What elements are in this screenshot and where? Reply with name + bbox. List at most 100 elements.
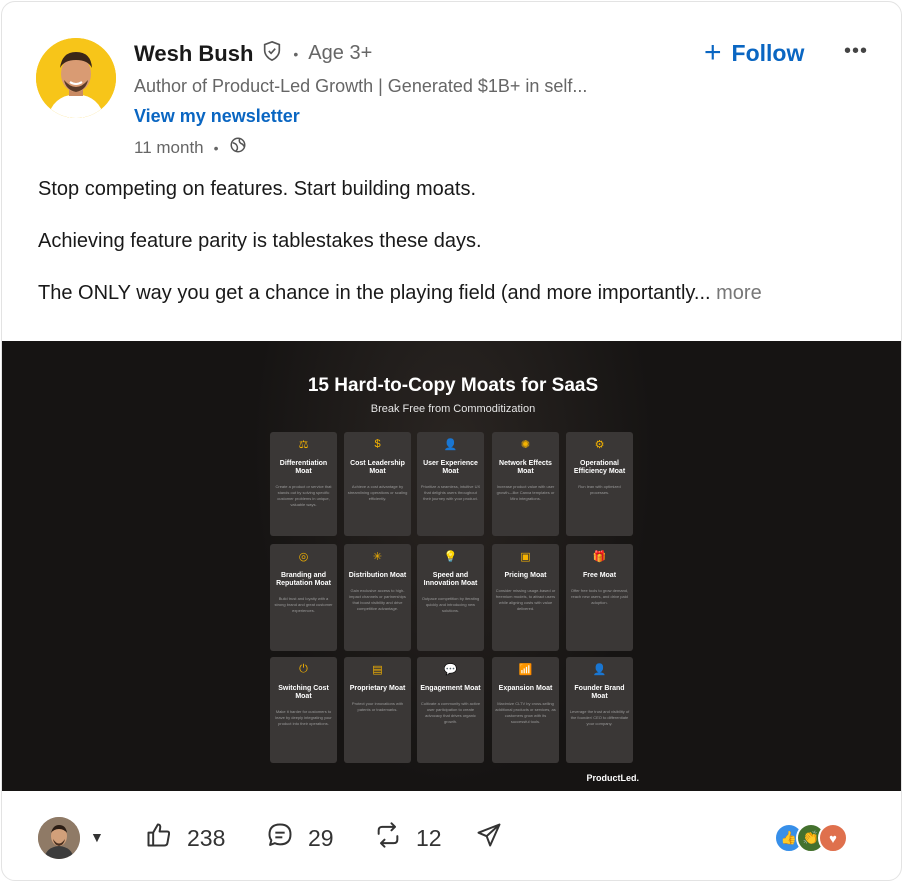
moat-title: Operational Efficiency Moat: [573, 460, 626, 475]
comment-button[interactable]: 29: [266, 821, 334, 855]
moat-title: Differentiation Moat: [279, 460, 328, 475]
follow-button[interactable]: + Follow: [704, 38, 804, 68]
moat-description: Outpace competition by iterating quickly…: [421, 596, 480, 613]
moat-tile: 👤 Founder Brand Moat Leverage the trust an…: [566, 657, 633, 763]
brand-logo: ProductLed.: [586, 773, 639, 783]
moat-tile: $ Cost Leadership Moat Achieve a cost adva…: [344, 432, 411, 536]
post-time-row: 11 month •: [134, 136, 247, 159]
moat-icon: ⚖: [298, 439, 309, 451]
current-user-avatar[interactable]: [38, 817, 80, 859]
moat-description: Prioritize a seamless, intuitive UX that…: [420, 484, 481, 501]
moat-icon: 💬: [443, 664, 458, 676]
comment-count: 29: [308, 824, 334, 851]
moat-icon: 👤: [443, 439, 458, 451]
moat-icon: ⚙: [594, 439, 605, 451]
moat-tile: ◎ Branding and Reputation Moat Build trust…: [270, 544, 337, 651]
moat-icon: 🎁: [592, 551, 607, 563]
moat-description: Maximize CLTV by cross-selling additiona…: [495, 701, 556, 724]
author-age: Age 3+: [308, 42, 373, 64]
moat-title: Branding and Reputation Moat: [276, 572, 331, 587]
love-reaction-icon: ♥: [818, 823, 848, 853]
post-line: Achieving feature parity is tablestakes …: [38, 230, 482, 252]
moat-tile: ▣ Pricing Moat Consider missing usage-base…: [492, 544, 559, 651]
thumbs-up-icon: [145, 821, 173, 855]
like-count: 238: [187, 824, 226, 851]
moat-description: Consider missing usage-based or freemium…: [495, 588, 556, 611]
author-name[interactable]: Wesh Bush: [134, 41, 253, 67]
post-time: 11 month: [134, 137, 204, 157]
separator-dot: •: [213, 139, 219, 156]
moat-tile: 💬 Engagement Moat Cultivate a community wi…: [417, 657, 484, 763]
moat-tile: ▤ Proprietary Moat Protect your innovation…: [344, 657, 411, 763]
moat-icon: ◎: [298, 551, 309, 563]
moat-title: Cost Leadership Moat: [350, 460, 405, 475]
moat-icon: 💡: [443, 551, 458, 563]
newsletter-link[interactable]: View my newsletter: [134, 106, 300, 127]
moat-description: Offer free tools to grow demand, reach n…: [570, 588, 629, 605]
moat-icon: ✳: [372, 551, 383, 563]
infographic-subtitle: Break Free from Commoditization: [370, 403, 536, 415]
moat-tile: 🎁 Free Moat Offer free tools to grow deman…: [566, 544, 633, 651]
moat-title: Speed and Innovation Moat: [423, 572, 478, 587]
chevron-down-icon[interactable]: ▼: [90, 829, 104, 845]
post-body: Stop competing on features. Start buildi…: [38, 176, 868, 332]
moat-tile: ⏻ Switching Cost Moat Make it harder for c…: [270, 657, 337, 763]
send-button[interactable]: [474, 821, 504, 855]
moat-description: Make it harder for customers to leave by…: [275, 709, 332, 726]
moat-title: Expansion Moat: [498, 685, 553, 692]
moat-title: Pricing Moat: [504, 572, 547, 579]
moat-description: Create a product or service that stands …: [275, 484, 332, 507]
moat-description: Increase product value with user growth—…: [496, 484, 555, 501]
author-avatar[interactable]: [36, 38, 116, 118]
post-card: Wesh Bush • Age 3+ Author of Product-Led…: [1, 1, 902, 881]
moat-icon: 📶: [518, 664, 533, 676]
moat-icon: 👤: [592, 664, 607, 676]
like-button[interactable]: 238: [145, 821, 225, 855]
moat-icon: ⏻: [299, 663, 308, 675]
moat-icon: ▤: [372, 664, 383, 676]
plus-icon: +: [704, 36, 722, 69]
moat-title: Founder Brand Moat: [574, 685, 625, 700]
post-line: Stop competing on features. Start buildi…: [38, 178, 477, 200]
moat-icon: $: [374, 438, 381, 450]
moat-description: Protect your innovations with patents or…: [351, 701, 404, 712]
moat-title: User Experience Moat: [423, 460, 478, 475]
moat-tile: 👤 User Experience Moat Prioritize a seamle…: [417, 432, 484, 536]
infographic-title: 15 Hard-to-Copy Moats for SaaS: [307, 375, 599, 396]
repost-icon: [374, 821, 402, 855]
moat-description: Build trust and loyalty with a strong br…: [274, 596, 333, 613]
moat-description: Run lean with optimized processes.: [578, 484, 621, 495]
moat-description: Leverage the trust and visibility of the…: [569, 709, 630, 726]
moat-description: Gain exclusive access to high-impact cha…: [349, 588, 406, 611]
repost-count: 12: [416, 824, 442, 851]
moat-icon: ✺: [520, 439, 531, 451]
moat-tile: 💡 Speed and Innovation Moat Outpace compet…: [417, 544, 484, 651]
repost-button[interactable]: 12: [374, 821, 442, 855]
moat-title: Free Moat: [582, 572, 617, 579]
infographic: 15 Hard-to-Copy Moats for SaaS Break Fre…: [249, 341, 657, 791]
moat-title: Engagement Moat: [420, 685, 481, 692]
moat-title: Distribution Moat: [348, 572, 407, 579]
moat-icon: ▣: [520, 551, 531, 563]
see-more-link[interactable]: more: [711, 282, 762, 304]
follow-label: Follow: [731, 39, 805, 66]
send-icon: [474, 821, 504, 855]
moat-tile: 📶 Expansion Moat Maximize CLTV by cross-se…: [492, 657, 559, 763]
moat-tile: ⚙ Operational Efficiency Moat Run lean wit…: [566, 432, 633, 536]
comment-icon: [266, 821, 294, 855]
more-options-icon[interactable]: •••: [844, 40, 868, 63]
moat-tile: ✳ Distribution Moat Gain exclusive access …: [344, 544, 411, 651]
globe-icon: [229, 136, 247, 159]
action-bar: ▼ 238 29 12 👍 👏 ♥: [2, 791, 901, 880]
post-line: The ONLY way you get a chance in the pla…: [38, 280, 868, 306]
moat-description: Achieve a cost advantage by streamlining…: [347, 484, 408, 501]
moat-title: Proprietary Moat: [349, 685, 406, 692]
separator-dot: •: [293, 45, 299, 62]
post-line-text: The ONLY way you get a chance in the pla…: [38, 282, 711, 304]
post-image[interactable]: 15 Hard-to-Copy Moats for SaaS Break Fre…: [2, 341, 901, 791]
author-headline: Author of Product-Led Growth | Generated…: [134, 76, 588, 96]
moat-description: Cultivate a community with active user p…: [420, 701, 481, 724]
reactions-summary[interactable]: 👍 👏 ♥: [774, 823, 848, 853]
verified-shield-icon: [261, 40, 283, 67]
moat-tile: ✺ Network Effects Moat Increase product va…: [492, 432, 559, 536]
